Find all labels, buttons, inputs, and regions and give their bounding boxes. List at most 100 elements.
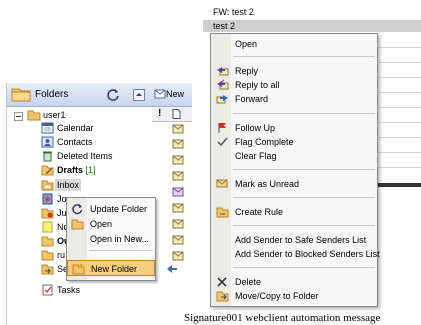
envelope-icon [172,155,186,165]
contacts-icon [41,136,54,148]
inbox-icon [41,179,54,191]
forward-icon [216,93,229,105]
refresh-icon [71,203,83,215]
tree-item-drafts-label: Drafts [1] [57,165,96,175]
reply-all-icon [216,79,229,91]
trash-icon [41,150,54,162]
new-button[interactable]: New [166,89,184,99]
new-folder-label: New Folder [91,264,138,274]
menu-separator [233,56,375,57]
open-in-new-label: Open in New... [90,234,150,244]
forward-menu-item[interactable]: Forward [211,91,377,107]
create-rule-menu-item[interactable]: Create Rule [211,204,377,220]
move-copy-menu-item[interactable]: Move/Copy to Folder [211,288,377,304]
tree-item-inbox-label: Inbox [55,179,82,191]
checkmark-icon [216,136,228,148]
clear-flag-menu-item[interactable]: Clear Flag [211,148,377,164]
row-divider [379,92,421,93]
tree-item-tasks-label: Tasks [57,285,81,295]
row-divider [379,137,421,138]
refresh-icon[interactable] [106,88,120,101]
reply-icon [216,65,229,77]
folders-header-icon [11,86,31,102]
sent-icon [41,263,54,275]
message-row-fw-test2[interactable]: FW: test 2 [203,6,421,18]
envelope-icon [172,124,186,134]
preview-text: Signature001 webclient automation messag… [184,312,381,324]
collapse-tree-icon[interactable] [14,112,23,121]
clear-flag-label: Clear Flag [235,151,277,161]
tree-item-contacts-label: Contacts [57,137,93,147]
envelope-icon [172,219,186,229]
mailbox-icon [27,109,41,121]
splitter-bar[interactable] [377,183,421,187]
open-in-new-menu-item[interactable]: Open in New... [67,231,155,247]
row-divider [379,107,421,108]
menu-separator [233,113,375,114]
tree-item-calendar[interactable]: Calendar [41,122,141,134]
drafts-count: [1] [85,165,96,175]
rss-folder-icon [41,249,54,261]
flag-icon [216,122,228,134]
envelope-icon [216,178,228,189]
new-mail-icon [154,88,166,100]
message-row-test2[interactable]: test 2 [203,20,421,32]
tree-item-user-label: user1 [43,110,66,120]
tree-item-user[interactable]: user1 [11,109,131,121]
row-divider [379,47,421,48]
menu-separator [233,267,375,268]
tree-item-drafts[interactable]: Drafts [1] [41,164,151,176]
message-list-panel: New ! [152,83,192,273]
open-menu-item[interactable]: Open [211,36,377,52]
update-folder-menu-item[interactable]: Update Folder [67,201,155,217]
menu-separator [233,169,375,170]
tree-item-tasks[interactable]: Tasks [41,284,141,296]
new-folder-icon [72,263,85,275]
document-icon [172,109,181,119]
folders-header: Folders [7,83,153,107]
menu-separator [233,197,375,198]
tree-item-contacts[interactable]: Contacts [41,136,141,148]
calendar-icon [41,122,54,134]
tree-item-deleted-label: Deleted Items [57,151,113,161]
tree-item-inbox[interactable]: Inbox [41,179,151,191]
notes-icon [41,221,54,233]
message-toolbar: New [152,83,192,107]
create-rule-label: Create Rule [235,207,284,217]
message-list: FW: test 2 test 2 [203,0,421,34]
delete-x-icon [216,276,228,288]
column-header: ! [152,107,192,122]
menu-separator [89,250,153,251]
new-folder-menu-item[interactable]: New Folder [67,260,155,276]
envelope-icon [172,235,186,245]
open-label: Open [235,39,258,49]
importance-column[interactable]: ! [158,108,161,119]
open-folder-icon [71,218,84,230]
mark-unread-menu-item[interactable]: Mark as Unread [211,176,377,192]
outbox-icon [41,235,54,247]
mark-unread-label: Mark as Unread [235,179,300,189]
rule-folder-icon [216,206,229,218]
menu-separator [233,225,375,226]
tasks-icon [41,284,54,296]
message-subject: FW: test 2 [213,7,254,17]
blocked-senders-label: Add Sender to Blocked Senders List [235,249,380,259]
move-folder-icon [216,290,229,302]
folders-title: Folders [35,89,69,100]
message-subject: test 2 [213,21,236,31]
tree-item-ru-label: ru [57,250,66,260]
envelope-icon [172,171,186,181]
row-divider [379,122,421,123]
tree-item-deleted-items[interactable]: Deleted Items [41,150,151,162]
collapse-panel-button[interactable] [133,89,145,101]
move-copy-label: Move/Copy to Folder [235,291,319,301]
open-label: Open [90,219,113,229]
envelope-icon [172,251,186,261]
envelope-icon [172,187,186,197]
journal-icon [41,193,54,205]
open-menu-item[interactable]: Open [67,216,155,232]
row-divider [379,77,421,78]
forward-label: Forward [235,94,269,104]
blocked-senders-menu-item[interactable]: Add Sender to Blocked Senders List [211,246,380,262]
update-folder-label: Update Folder [90,204,148,214]
